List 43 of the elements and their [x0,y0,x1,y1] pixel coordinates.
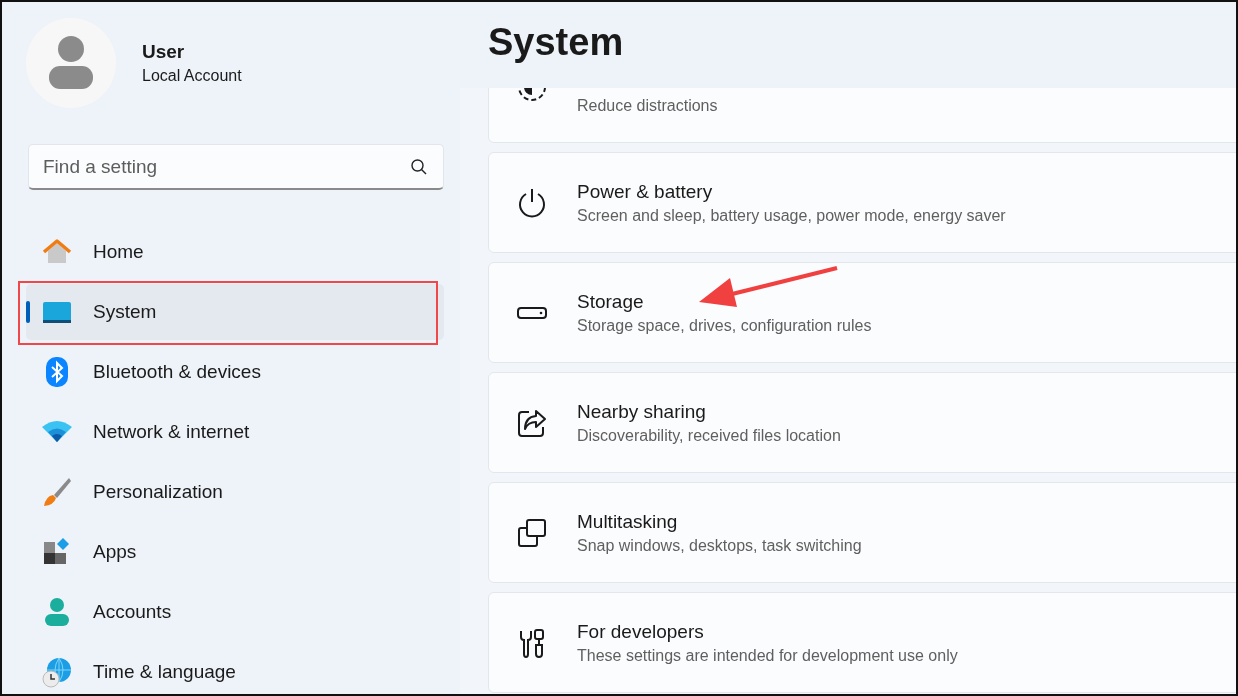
sidebar-label: Time & language [93,661,236,683]
card-description: Snap windows, desktops, task switching [577,536,862,555]
sidebar-label: Home [93,241,144,263]
settings-card[interactable]: Reduce distractions [488,88,1236,143]
settings-card[interactable]: Storage Storage space, drives, configuration rules [488,262,1236,363]
account-name: User [142,41,186,63]
sidebar-label: System [93,301,157,323]
settings-card[interactable]: Power & battery Screen and sleep, battery usage, power mode, energy saver [488,152,1236,253]
settings-card[interactable]: Multitasking Snap windows, desktops, task switching [488,482,1236,583]
card-description: Storage space, drives, configuration rules [577,316,872,335]
card-title: For developers [577,620,705,643]
page-title: System [488,20,624,64]
sidebar-label: Accounts [93,601,172,623]
paintbrush-icon [41,476,73,508]
card-description: Screen and sleep, battery usage, power mode, energy saver [577,206,1006,225]
card-description: Discoverability, received files location [577,426,841,445]
sidebar-label: Bluetooth & devices [93,361,261,383]
account-type: Local Account [142,67,242,85]
card-title: Multitasking [577,510,679,533]
sidebar-item[interactable]: Bluetooth & devices [26,344,444,400]
person-silhouette-icon [47,35,95,91]
sidebar-item[interactable]: Home [26,224,444,280]
sidebar-label: Network & internet [93,421,250,443]
sidebar-label: Apps [93,541,137,563]
windows-icon [516,516,548,549]
card-title: Nearby sharing [577,400,707,423]
card-description: Reduce distractions [577,97,718,115]
search-icon [410,158,428,176]
sidebar-label: Personalization [93,481,223,503]
sidebar-item[interactable]: Time & language [26,644,444,694]
sidebar-item[interactable]: Apps [26,524,444,580]
settings-card[interactable]: For developers These settings are intended for development use only [488,592,1236,693]
card-title: Power & battery [577,180,714,203]
globe-clock-icon [41,656,73,688]
sidebar-item[interactable]: Network & internet [26,404,444,460]
card-description: These settings are intended for development use only [577,646,958,665]
sidebar-item[interactable]: Personalization [26,464,444,520]
power-icon [516,186,548,219]
sidebar-item[interactable]: Accounts [26,584,444,640]
selection-indicator [26,301,30,323]
card-title: Storage [577,290,645,313]
search-field[interactable]: Find a setting [28,144,444,190]
settings-card[interactable]: Nearby sharing Discoverability, received files location [488,372,1236,473]
